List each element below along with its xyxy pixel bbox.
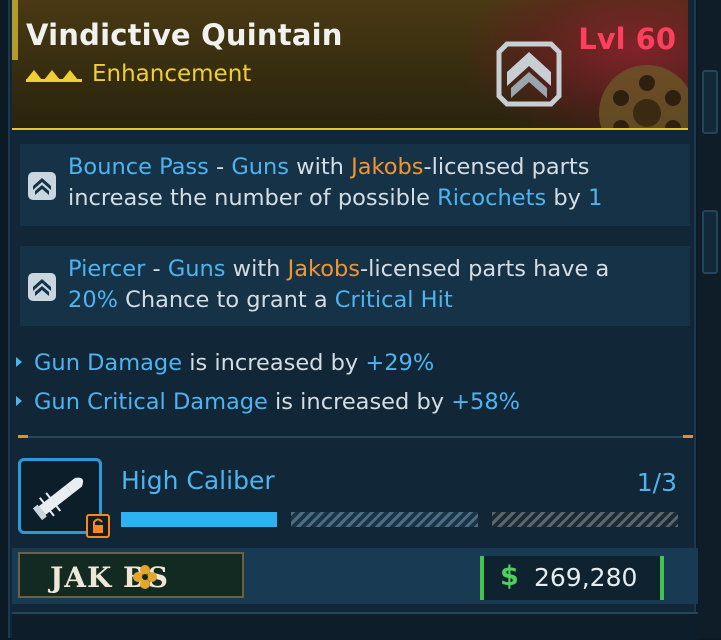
item-price: $ 269,280 [480,556,664,600]
stat-text: is increased by [182,350,366,376]
stat-gun-damage: Gun Damage is increased by +29% [16,350,434,376]
perk-value: 1 [588,185,603,211]
keyword-guns: Guns [167,256,226,282]
divider-accent [683,435,693,438]
perk-text: with [289,154,352,180]
scrollbar[interactable] [698,0,721,638]
currency-icon: $ [500,561,519,592]
perk-text: -licensed parts have a [359,256,610,282]
perk-bounce-pass: Bounce Pass - Guns with Jakobs-licensed … [20,144,690,226]
item-type: Enhancement [92,61,252,87]
stat-gun-critical-damage: Gun Critical Damage is increased by +58% [16,389,520,415]
progress-segment-filled [121,512,277,527]
divider-accent [18,435,28,438]
perk-text: Chance to grant a [118,287,335,313]
perk-chevron-icon [28,172,56,200]
progress-segment-empty [492,512,678,527]
perk-name: Bounce Pass [68,154,209,180]
perk-chevron-icon [28,273,56,301]
card-footer-edge [12,612,698,640]
perk-piercer: Piercer - Guns with Jakobs-licensed part… [20,246,690,326]
challenge-progress-text: 1/3 [636,468,677,497]
perk-description: Piercer - Guns with Jakobs-licensed part… [68,254,678,316]
lock-icon [86,514,110,538]
stat-label: Gun Damage [34,350,183,376]
challenge-title: High Caliber [121,466,275,495]
keyword-manufacturer: Jakobs [351,154,424,180]
rarity-stripes-icon [26,70,82,82]
keyword-ricochets: Ricochets [437,185,547,211]
perk-sep: - [145,256,168,282]
item-header: Vindictive Quintain Enhancement Lvl 60 [12,0,688,130]
perk-sep: - [208,154,232,180]
jakobs-flower-icon [133,565,157,589]
perk-name: Piercer [68,256,146,282]
keyword-guns: Guns [231,154,290,180]
item-level: Lvl 60 [578,22,676,56]
perk-text: by [546,185,589,211]
perk-text: increase the number of possible [68,185,438,211]
keyword-critical-hit: Critical Hit [334,287,453,313]
chevron-emblem-icon [496,41,562,107]
scroll-notch [702,210,718,274]
section-divider [18,435,693,438]
stat-value: +58% [451,389,521,415]
bullet-arrow-icon [16,356,22,367]
manufacturer-logo: JAK BS [18,552,244,598]
perk-text: -licensed parts [423,154,590,180]
gear-decoration-icon [599,65,688,128]
price-value: 269,280 [534,563,638,592]
stat-text: is increased by [267,389,452,415]
perk-text: with [225,256,288,282]
scroll-notch [702,70,718,134]
keyword-manufacturer: Jakobs [287,256,360,282]
progress-segment-empty [291,512,478,527]
item-name: Vindictive Quintain [26,18,343,52]
stat-label: Gun Critical Damage [34,389,268,415]
bullet-arrow-icon [16,395,22,406]
stat-value: +29% [365,350,435,376]
perk-description: Bounce Pass - Guns with Jakobs-licensed … [68,152,678,214]
perk-value: 20% [68,287,119,313]
